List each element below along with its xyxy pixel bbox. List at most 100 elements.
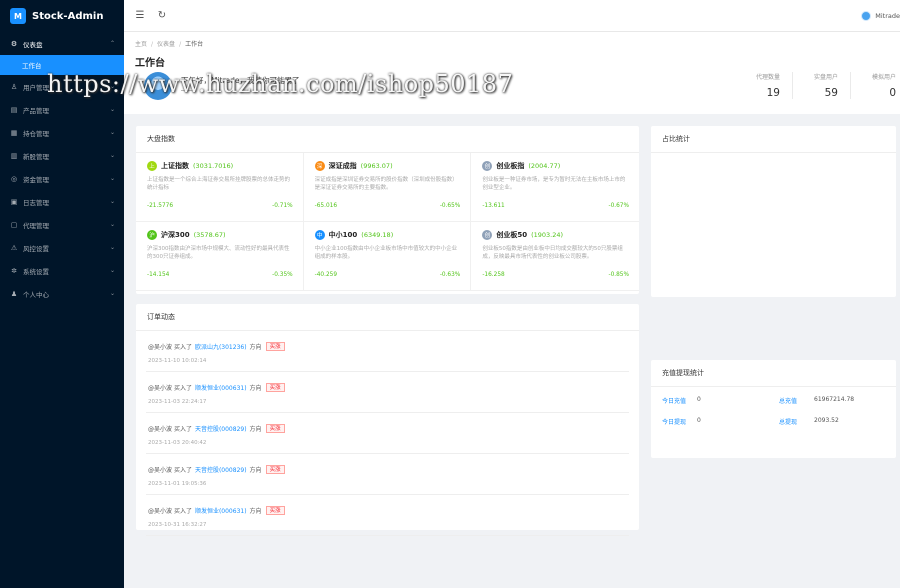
fund-label[interactable]: 今日充值 [662,396,692,405]
index-percent: -0.71% [272,203,293,209]
order-row: @吴小波 买入了 天音控股(000829) 方向 买涨 2023-11-01 19:05… [146,454,629,495]
order-user: @吴小波 [148,508,173,515]
sidebar-item-profile[interactable]: ♟ 个人中心 ⌄ [0,282,124,305]
card-title: 占比统计 [651,126,896,153]
order-action: 买入了 [173,385,192,392]
ipo-icon: ▥ [10,151,18,160]
order-action: 买入了 [173,426,192,433]
chevron-down-icon: ⌄ [109,152,115,159]
chevron-down-icon: ⌄ [109,221,115,228]
user-icon: ♙ [10,82,18,91]
fund-label[interactable]: 总充值 [779,396,809,405]
stat-label: 实盘用户 [813,74,838,81]
index-cell[interactable]: 深深证成指 (9963.07) 深证成指是深圳证券交易所的股价指数（深圳成份股指数）… [303,153,472,222]
person-icon: ♟ [10,289,18,298]
index-percent: -0.63% [439,272,461,278]
index-description: 创业板是一种证券市场，是专为暂时无法在主板市场上市的创业型企业。 [482,177,626,191]
index-cell[interactable]: 中中小100 (6349.18) 中小企业100指数由中小企业板市场中市值较大的中小… [303,222,472,291]
order-direction: 方向 [249,508,262,515]
fund-value: 0 [697,396,701,403]
order-stock-link[interactable]: 天音控股(000829) [195,465,247,474]
sidebar-item-ipo[interactable]: ▥ 新股管理 ⌄ [0,144,124,167]
order-direction: 方向 [249,344,262,351]
index-footer: -21.5776 -0.71% [147,203,293,209]
sidebar-item-logs[interactable]: ▣ 日志管理 ⌄ [0,190,124,213]
sidebar-item-label: 个人中心 [23,290,49,299]
index-name: 中小100 [328,231,358,239]
index-head: 上上证指数 (3031.7016) [147,161,293,171]
index-description: 沪深300指数由沪深市场中规模大、流动性好的最具代表性的300只证券组成。 [147,246,290,260]
sidebar-item-dashboard[interactable]: ⚙ 仪表盘 ⌃ [0,32,124,55]
index-change: -65.016 [314,203,338,209]
index-footer: -16.258 -0.85% [482,272,629,278]
index-description: 深证成指是深圳证券交易所的股价指数（深圳成份股指数）是深证证券交易所的主要指数。 [314,177,458,191]
stat-value: 59 [824,87,838,99]
settings-icon: ✲ [11,266,17,275]
breadcrumb: 主页 / 仪表盘 / 工作台 [135,41,204,48]
index-cell[interactable]: 创创业板指 (2004.77) 创业板是一种证券市场，是专为暂时无法在主板市场上市的… [471,153,639,222]
order-row: @吴小波 买入了 欧派山九(301236) 方向 买涨 2023-11-10 10:02… [146,331,629,372]
index-badge-icon: 沪 [147,230,157,240]
chevron-down-icon: ⌄ [109,290,115,297]
index-change: -14.154 [147,272,170,278]
breadcrumb-current: 工作台 [185,41,204,48]
breadcrumb-home[interactable]: 主页 [135,41,147,48]
fund-stat: 今日充值 0 [662,396,779,405]
app-logo[interactable]: M Stock-Admin [0,0,124,32]
order-action: 买入了 [173,344,192,351]
orders-card: 订单动态 @吴小波 买入了 欧派山九(301236) 方向 买涨 2023-11-10 … [136,304,639,536]
order-list: @吴小波 买入了 欧派山九(301236) 方向 买涨 2023-11-10 10:02… [136,331,639,536]
order-line: @吴小波 买入了 天音控股(000829) 方向 买涨 [148,424,629,433]
index-cell[interactable]: 创创业板50 (1903.24) 创业板50指数是由创业板中日均成交额较大的50只股… [471,222,639,291]
order-row: @吴小波 买入了 顺发恒业(000631) 方向 买涨 2023-10-31 16:32… [146,495,629,536]
sidebar-item-products[interactable]: ▤ 产品管理 ⌄ [0,98,124,121]
order-stock-link[interactable]: 天音控股(000829) [195,424,247,433]
index-cell[interactable]: 上上证指数 (3031.7016) 上证指数是一个综合上海证券交易所挂牌股票的总体走… [136,153,304,222]
index-change: -40.259 [314,272,338,278]
sidebar-item-settings[interactable]: ✲ 系统设置 ⌄ [0,259,124,282]
order-stock-link[interactable]: 欧派山九(301236) [195,342,247,351]
refresh-icon[interactable]: ↻ [156,10,168,21]
breadcrumb-dashboard[interactable]: 仪表盘 [157,41,175,48]
index-description: 上证指数是一个综合上海证券交易所挂牌股票的总体走势的统计指标 [147,177,291,191]
stat-label: 代理数量 [755,74,780,81]
agent-icon: ▢ [10,220,18,229]
sidebar-item-agents[interactable]: ▢ 代理管理 ⌄ [0,213,124,236]
index-cell[interactable]: 沪沪深300 (3578.67) 沪深300指数由沪深市场中规模大、流动性好的最具代… [136,222,304,291]
menu-fold-icon[interactable]: ☰ [134,10,146,21]
order-line: @吴小波 买入了 顺发恒业(000631) 方向 买涨 [148,383,629,392]
sidebar-item-funds[interactable]: ◎ 资金管理 ⌄ [0,167,124,190]
order-stock-link[interactable]: 顺发恒业(000631) [195,506,247,515]
position-icon: ▦ [10,128,18,137]
user-menu[interactable]: Mitrade [861,10,900,21]
order-tag: 买涨 [265,465,285,474]
stat-value: 19 [766,87,780,99]
order-tag: 买涨 [265,342,285,351]
order-direction: 方向 [249,385,262,392]
order-stock-link[interactable]: 顺发恒业(000631) [195,383,247,392]
order-direction: 方向 [249,426,262,433]
order-time: 2023-11-01 19:05:36 [148,481,207,487]
fund-stat: 总提现 2093.52 [779,417,896,426]
fund-label[interactable]: 总提现 [779,417,809,426]
index-head: 沪沪深300 (3578.67) [147,230,293,240]
index-change: -13.611 [482,203,505,209]
stat-label: 模拟用户 [871,74,896,81]
sidebar-item-positions[interactable]: ▦ 持仓管理 ⌄ [0,121,124,144]
order-time: 2023-11-03 20:40:42 [148,440,207,446]
order-row: @吴小波 买入了 天音控股(000829) 方向 买涨 2023-11-03 20:40… [146,413,629,454]
chevron-down-icon: ⌄ [109,244,115,251]
order-user: @吴小波 [148,467,173,474]
sidebar-item-risk[interactable]: ⚠ 风控设置 ⌄ [0,236,124,259]
sidebar-item-label: 日志管理 [23,198,49,207]
index-description: 创业板50指数是由创业板中日均成交额较大的50只股票组成，反映最具市场代表性的创… [482,246,623,260]
index-badge-icon: 深 [314,161,325,171]
index-value: (6349.18) [361,231,394,239]
stat-sim-users: 模拟用户 0 [850,72,900,99]
fund-label[interactable]: 今日提现 [662,417,692,426]
sidebar-item-label: 用户管理 [23,83,49,92]
index-badge-icon: 上 [147,161,157,171]
order-line: @吴小波 买入了 欧派山九(301236) 方向 买涨 [148,342,629,351]
chevron-down-icon: ⌄ [109,198,115,205]
card-title: 订单动态 [136,304,639,331]
